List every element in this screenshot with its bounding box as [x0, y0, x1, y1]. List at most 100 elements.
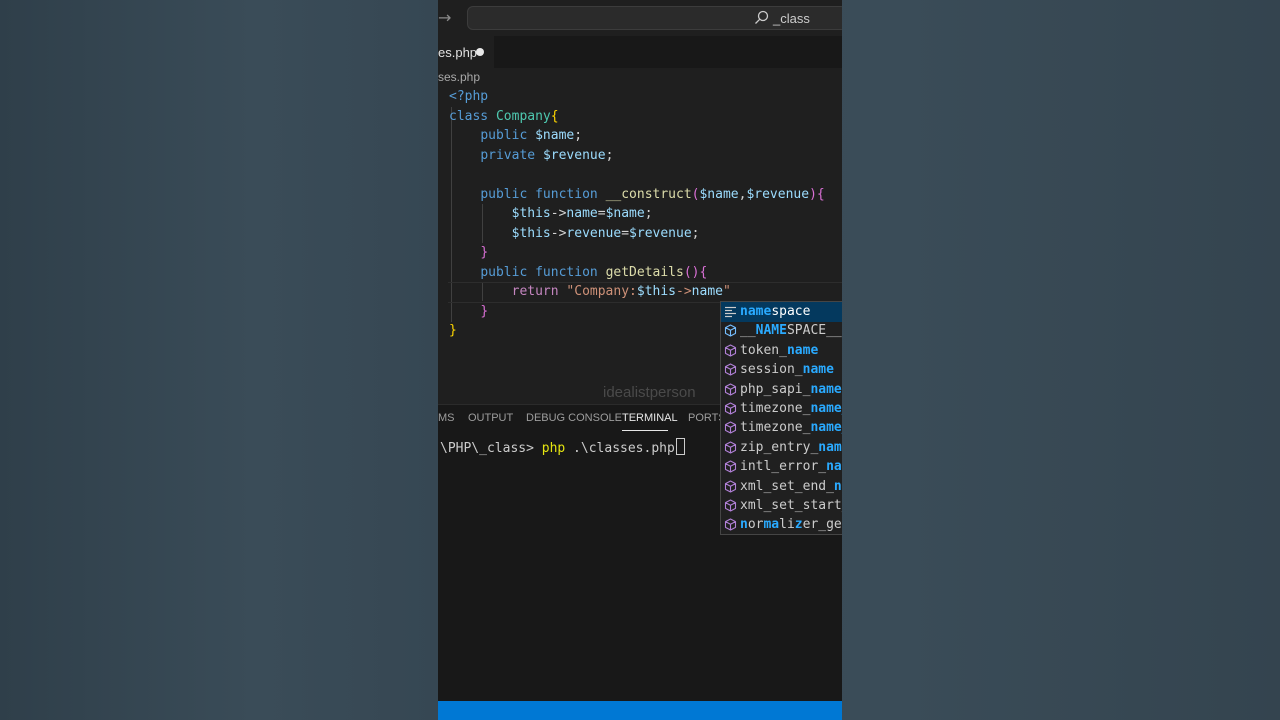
code-line[interactable]: } — [449, 302, 488, 322]
tab-classes-php[interactable]: es.php — [438, 36, 494, 68]
code-token: __construct — [605, 186, 692, 202]
status-bar — [438, 701, 842, 720]
match-highlight: NAME — [755, 323, 787, 339]
suggestion-text: php_sapi_ — [740, 381, 811, 397]
suggestion-item[interactable]: session_name — [721, 360, 842, 380]
function-icon — [724, 363, 737, 376]
code-line[interactable]: $this->name=$name; — [449, 204, 653, 224]
title-bar: → _class — [438, 0, 842, 36]
code-token: = — [597, 206, 606, 221]
code-line[interactable]: <?php — [449, 87, 488, 107]
code-line[interactable]: } — [449, 321, 457, 341]
command-center-search[interactable]: _class — [467, 6, 842, 30]
suggestion-item[interactable]: xml_set_start_ — [721, 496, 842, 516]
function-icon — [724, 344, 737, 357]
code-line[interactable]: return "Company:$this->name" — [449, 282, 731, 302]
suggestion-item[interactable]: __NAMESPACE__ — [721, 321, 842, 341]
tab-problems[interactable]: MS — [438, 412, 455, 424]
code-token: " — [722, 284, 731, 299]
suggestion-item[interactable]: xml_set_end_na — [721, 477, 842, 497]
code-token: $this — [511, 225, 551, 241]
breadcrumb[interactable]: ses.php — [438, 70, 480, 84]
code-token: function — [535, 264, 606, 280]
code-token: -> — [676, 284, 692, 299]
suggestion-label: xml_set_start_ — [740, 496, 842, 516]
terminal-command: php — [541, 441, 566, 456]
code-token: -> — [550, 225, 567, 241]
match-highlight: name_ — [810, 401, 842, 416]
suggestion-item[interactable]: intl_error_nam — [721, 457, 842, 477]
code-line[interactable]: public function __construct($name,$reven… — [449, 185, 824, 205]
code-token: ; — [644, 206, 653, 221]
code-token: ) — [809, 186, 817, 202]
suggestion-label: timezone_name_ — [740, 418, 842, 438]
code-token: = — [621, 225, 630, 241]
code-line[interactable]: $this->revenue=$revenue; — [449, 224, 700, 244]
arrow-right-icon[interactable]: → — [438, 8, 451, 28]
code-line[interactable]: private $revenue; — [449, 146, 613, 166]
code-token: { — [550, 108, 559, 124]
code-token: function — [535, 186, 606, 202]
suggestion-item[interactable]: token_name — [721, 341, 842, 361]
active-tab-indicator — [622, 430, 668, 431]
suggestion-label: timezone_name_ — [740, 399, 842, 419]
suggestion-label: xml_set_end_na — [740, 477, 842, 497]
match-highlight: na — [833, 478, 842, 494]
code-token: public — [480, 264, 536, 280]
suggestion-item[interactable]: normalizer_ge — [721, 515, 842, 535]
suggestion-text: timezone_ — [740, 420, 811, 436]
suggestion-label: zip_entry_name — [740, 438, 842, 458]
code-line[interactable]: public $name; — [449, 126, 582, 146]
suggestion-item[interactable]: timezone_name_ — [721, 418, 842, 438]
suggestion-text: session_ — [740, 362, 803, 378]
code-token: $revenue — [746, 186, 810, 202]
code-token: <?php — [449, 89, 489, 104]
suggestion-text: SPACE__ — [786, 323, 842, 339]
unsaved-dot-icon[interactable] — [476, 48, 484, 56]
code-token: return — [511, 284, 567, 299]
watermark: idealistperson — [603, 384, 696, 401]
suggestion-label: token_name — [740, 341, 818, 361]
function-icon — [724, 402, 737, 415]
match-highlight: name — [802, 362, 834, 378]
match-highlight: name — [786, 342, 819, 358]
suggestion-label: __NAMESPACE__ — [740, 321, 842, 341]
code-token: } — [449, 323, 457, 338]
suggestion-text: er_ge — [802, 517, 842, 533]
match-highlight: n — [740, 517, 748, 533]
suggestion-item[interactable]: namespace — [721, 302, 842, 322]
tab-terminal[interactable]: TERMINAL — [622, 412, 678, 424]
code-line[interactable]: } — [449, 243, 488, 263]
terminal-cursor — [675, 438, 685, 455]
suggestion-item[interactable]: php_sapi_name — [721, 380, 842, 400]
tab-label: es.php — [438, 45, 478, 60]
match-highlight: z — [794, 517, 803, 533]
tab-debug-console[interactable]: DEBUG CONSOLE — [526, 412, 622, 424]
function-icon — [724, 383, 737, 396]
terminal-line[interactable]: \PHP\_class> php .\classes.php — [440, 438, 685, 456]
suggestion-text: token_ — [740, 342, 787, 358]
code-line[interactable]: public function getDetails(){ — [449, 263, 707, 283]
suggestion-item[interactable]: timezone_name_ — [721, 399, 842, 419]
search-icon — [755, 10, 769, 24]
function-icon — [724, 499, 737, 512]
suggestion-item[interactable]: zip_entry_name — [721, 438, 842, 458]
terminal-args: .\classes.php — [565, 441, 675, 456]
suggestion-text: li — [779, 517, 795, 533]
code-line[interactable]: class Company{ — [449, 107, 559, 127]
code-token: -> — [550, 206, 567, 221]
function-icon — [724, 518, 737, 531]
suggestion-text: zip_entry_ — [740, 439, 819, 455]
suggestion-label: normalizer_ge — [740, 515, 842, 535]
suggest-widget[interactable]: namespace __NAMESPACE__ token_name session_… — [720, 301, 842, 535]
code-token: $this — [511, 206, 551, 221]
tab-output[interactable]: OUTPUT — [468, 412, 513, 424]
code-token: $name — [535, 128, 575, 143]
constant-icon — [724, 324, 737, 337]
